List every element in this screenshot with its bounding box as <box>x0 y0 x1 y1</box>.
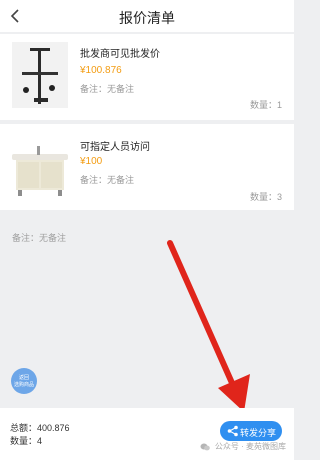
item-price: ¥100.876 <box>80 65 122 76</box>
quote-item[interactable]: 批发商可见批发价 ¥100.876 备注：无备注 数量：1 <box>0 34 294 120</box>
quote-item[interactable]: 可指定人员访问 ¥100 备注：无备注 数量：3 <box>0 124 294 210</box>
share-label: 转发分享 <box>240 428 277 438</box>
item-quantity: 数量：3 <box>249 192 282 202</box>
watermark-text: 公众号 · 麦苑微图库 <box>214 442 286 451</box>
share-icon <box>227 425 238 437</box>
order-remark: 备注：无备注 <box>12 233 67 243</box>
item-remark: 备注：无备注 <box>80 84 135 94</box>
header-bar: 报价清单 <box>0 0 294 32</box>
total-amount: 总额：400.876 <box>10 423 70 433</box>
item-price: ¥100 <box>80 156 103 167</box>
item-quantity: 数量：1 <box>249 100 282 110</box>
page-title: 报价清单 <box>119 10 175 26</box>
total-count: 数量：4 <box>10 436 43 446</box>
badge-line-1: 返回 <box>18 375 29 381</box>
product-image-shower <box>12 42 68 108</box>
back-to-shop-button[interactable]: 返回 选购商品 <box>11 368 37 394</box>
item-remark: 备注：无备注 <box>80 175 135 185</box>
watermark: 公众号 · 麦苑微图库 <box>200 441 286 452</box>
wechat-icon <box>200 443 210 451</box>
share-button[interactable]: 转发分享 <box>220 421 282 441</box>
footer-bar: 总额：400.876 数量：4 转发分享 <box>0 408 294 460</box>
item-name: 批发商可见批发价 <box>80 49 160 60</box>
badge-line-2: 选购商品 <box>13 382 34 388</box>
product-image-cabinet <box>10 136 72 198</box>
item-name: 可指定人员访问 <box>80 142 150 153</box>
